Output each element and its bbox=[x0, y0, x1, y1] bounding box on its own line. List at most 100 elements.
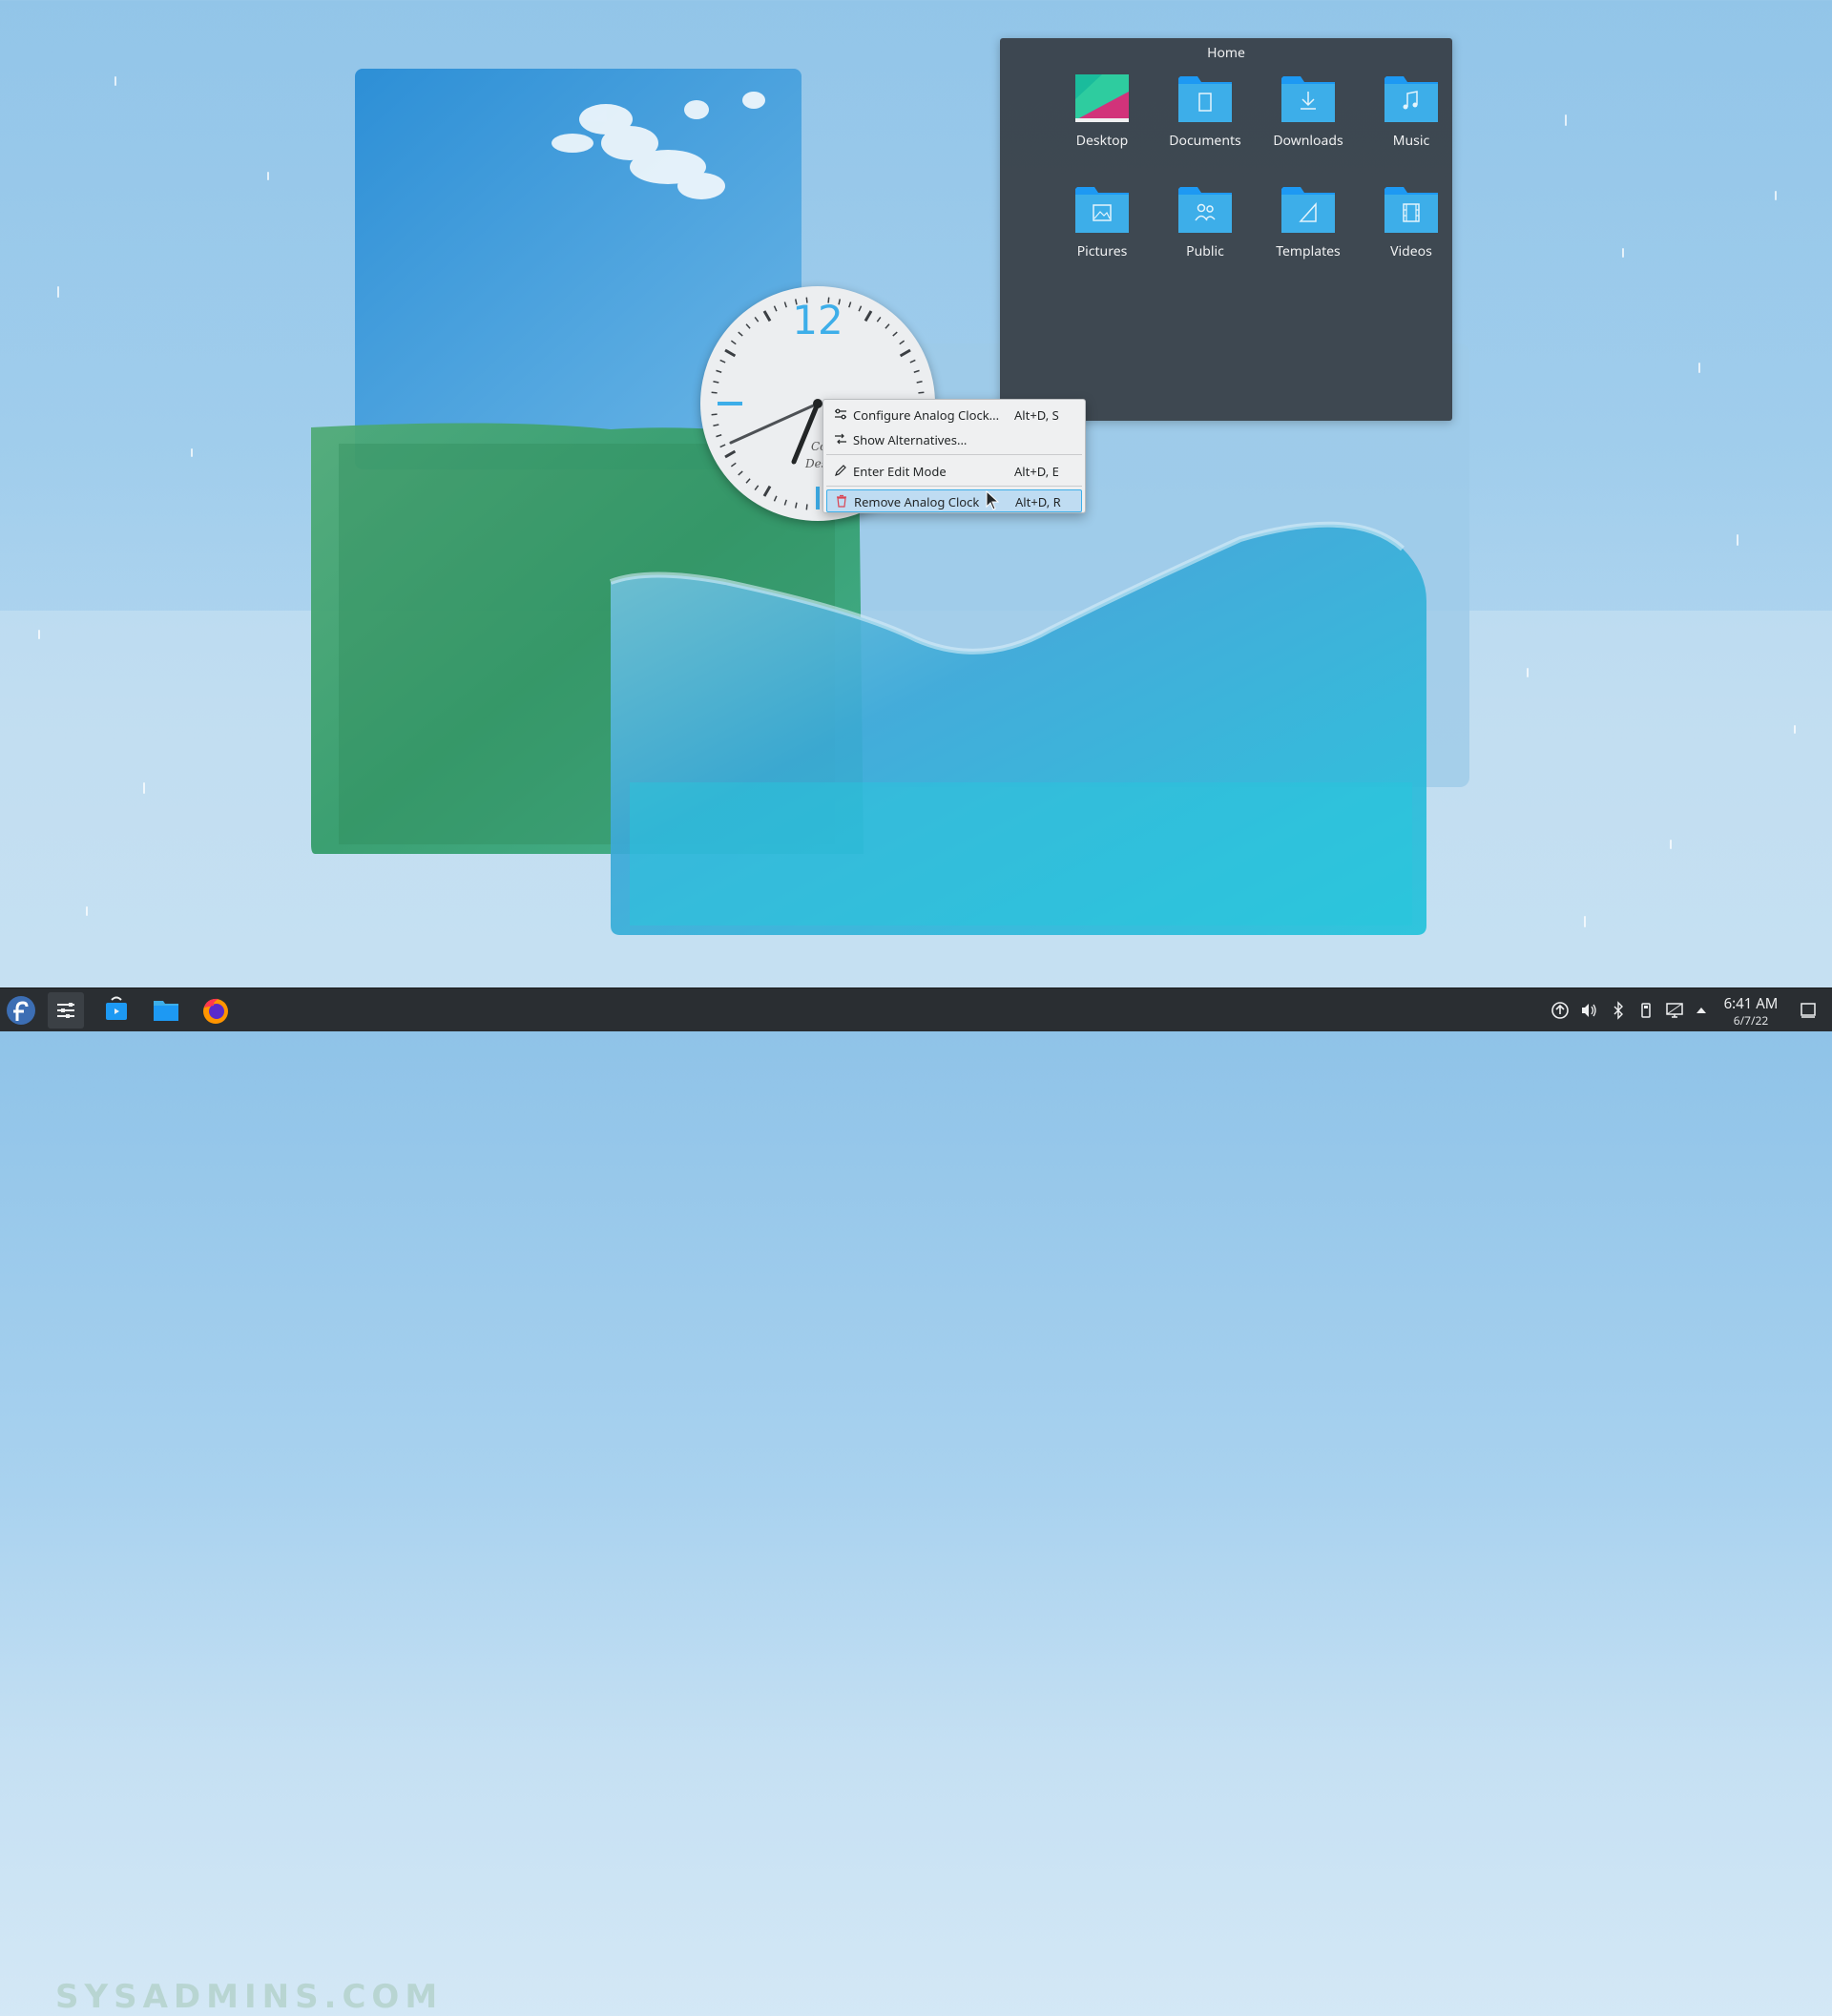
show-desktop-icon[interactable] bbox=[1799, 1001, 1818, 1020]
folder-item-label: Downloads bbox=[1273, 132, 1343, 150]
clock-9-marker bbox=[718, 402, 742, 405]
folder-item-public[interactable]: Public bbox=[1157, 183, 1253, 279]
clock-tick-mark bbox=[876, 316, 882, 322]
music-folder-icon bbox=[1384, 76, 1438, 122]
clock-tick-mark bbox=[716, 434, 722, 438]
rain-streak bbox=[191, 448, 193, 457]
rain-streak bbox=[267, 172, 269, 180]
clock-tick-mark bbox=[762, 485, 772, 497]
folder-item-templates[interactable]: Templates bbox=[1260, 183, 1356, 279]
folder-view-widget[interactable]: Home Desktop Documents Downloads Music P… bbox=[1000, 38, 1452, 421]
menu-separator bbox=[826, 486, 1082, 487]
clock-tick-mark bbox=[738, 470, 743, 476]
folder-item-label: Music bbox=[1392, 132, 1430, 150]
documents-folder-icon bbox=[1178, 76, 1232, 122]
folder-item-label: Pictures bbox=[1076, 242, 1128, 260]
clock-tick-mark bbox=[805, 504, 808, 510]
folder-item-label: Videos bbox=[1390, 242, 1432, 260]
clock-tick-mark bbox=[745, 323, 751, 329]
volume-icon[interactable] bbox=[1579, 1001, 1598, 1020]
clock-tick-mark bbox=[899, 340, 906, 345]
rain-streak bbox=[57, 286, 59, 298]
configure-icon bbox=[835, 408, 846, 420]
settings-icon bbox=[57, 1003, 74, 1018]
bluetooth-icon[interactable] bbox=[1609, 1001, 1628, 1020]
updates-icon[interactable] bbox=[1551, 1001, 1570, 1020]
clock-tick-mark bbox=[754, 316, 760, 322]
clock-tick-mark bbox=[754, 485, 760, 491]
clock-tick-mark bbox=[885, 323, 890, 329]
folder-item-label: Desktop bbox=[1075, 132, 1129, 150]
folder-item-desktop[interactable]: Desktop bbox=[1054, 73, 1150, 168]
rain-streak bbox=[86, 906, 88, 916]
clock-tick-mark bbox=[773, 495, 778, 502]
rain-streak bbox=[143, 782, 145, 794]
folder-view-title: Home bbox=[1207, 44, 1245, 62]
clock-tick-mark bbox=[730, 462, 737, 468]
menu-item-configure-analog-clock[interactable]: Configure Analog Clock... Alt+D, S bbox=[826, 403, 1082, 426]
clock-tick-mark bbox=[713, 424, 719, 427]
clock-tick-mark bbox=[913, 369, 920, 373]
folder-item-music[interactable]: Music bbox=[1364, 73, 1459, 168]
menu-item-shortcut: Alt+D, E bbox=[1014, 463, 1059, 480]
firefox-icon bbox=[203, 998, 228, 1024]
clock-tick-mark bbox=[724, 348, 737, 358]
menu-item-remove-analog-clock[interactable]: Remove Analog Clock Alt+D, R bbox=[826, 489, 1082, 512]
alternatives-icon bbox=[835, 433, 846, 445]
dolphin-file-manager-icon bbox=[154, 1001, 178, 1021]
clock-tick-mark bbox=[711, 413, 718, 416]
folder-item-label: Public bbox=[1186, 242, 1224, 260]
digital-clock-date[interactable]: 6/7/22 bbox=[1708, 1012, 1794, 1029]
folder-item-label: Templates bbox=[1276, 242, 1341, 260]
rain-streak bbox=[114, 76, 116, 86]
folder-item-documents[interactable]: Documents bbox=[1157, 73, 1253, 168]
menu-item-enter-edit-mode[interactable]: Enter Edit Mode Alt+D, E bbox=[826, 459, 1082, 483]
context-menu: Configure Analog Clock... Alt+D, S Show … bbox=[822, 399, 1086, 513]
menu-item-shortcut: Alt+D, S bbox=[1014, 406, 1059, 424]
menu-item-show-alternatives[interactable]: Show Alternatives... bbox=[826, 427, 1082, 451]
rain-streak bbox=[1565, 114, 1567, 126]
menu-item-label: Remove Analog Clock bbox=[854, 493, 980, 510]
clock-tick-mark bbox=[794, 502, 798, 509]
clock-tick-mark bbox=[899, 348, 911, 358]
folder-item-videos[interactable]: Videos bbox=[1364, 183, 1459, 279]
public-folder-icon bbox=[1178, 187, 1232, 233]
folder-item-pictures[interactable]: Pictures bbox=[1054, 183, 1150, 279]
digital-clock-time[interactable]: 6:41 AM bbox=[1708, 994, 1794, 1013]
edit-icon bbox=[835, 465, 846, 476]
application-launcher-button[interactable] bbox=[3, 992, 39, 1029]
fedora-logo-icon bbox=[7, 996, 35, 1025]
clock-tick-mark bbox=[716, 369, 722, 373]
clock-tick-mark bbox=[724, 449, 737, 459]
rain-streak bbox=[1527, 668, 1529, 677]
clock-6-marker bbox=[816, 487, 820, 509]
clock-tick-mark bbox=[918, 391, 925, 394]
clock-tick-mark bbox=[719, 359, 726, 364]
menu-item-shortcut: Alt+D, R bbox=[1015, 493, 1061, 510]
clock-tick-mark bbox=[773, 305, 778, 312]
folder-item-downloads[interactable]: Downloads bbox=[1260, 73, 1356, 168]
firefox-task[interactable] bbox=[198, 992, 234, 1029]
file-manager-task[interactable] bbox=[148, 992, 184, 1029]
clock-tick-mark bbox=[719, 444, 726, 448]
system-settings-task[interactable] bbox=[48, 992, 84, 1029]
desktop-folder-icon bbox=[1075, 74, 1129, 122]
clock-tick-mark bbox=[916, 380, 923, 384]
trash-icon bbox=[837, 494, 846, 508]
clock-tick-mark bbox=[762, 310, 772, 322]
clock-tick-mark bbox=[738, 331, 743, 337]
rain-streak bbox=[1584, 916, 1586, 927]
clock-tick-mark bbox=[848, 301, 852, 308]
clock-tick-mark bbox=[783, 499, 787, 506]
clock-tick-mark bbox=[713, 380, 719, 384]
menu-item-label: Configure Analog Clock... bbox=[853, 406, 1000, 424]
discover-task[interactable] bbox=[98, 992, 135, 1029]
rain-streak bbox=[1794, 725, 1796, 734]
clock-tick-mark bbox=[730, 340, 737, 345]
clock-tick-mark bbox=[892, 331, 898, 337]
removable-device-icon[interactable] bbox=[1636, 1001, 1655, 1020]
clock-center-pin bbox=[813, 399, 822, 408]
watermark-text: SYSADMINS.COM bbox=[55, 1978, 444, 2016]
network-icon[interactable] bbox=[1665, 1001, 1684, 1020]
clock-tick-mark bbox=[858, 305, 863, 312]
